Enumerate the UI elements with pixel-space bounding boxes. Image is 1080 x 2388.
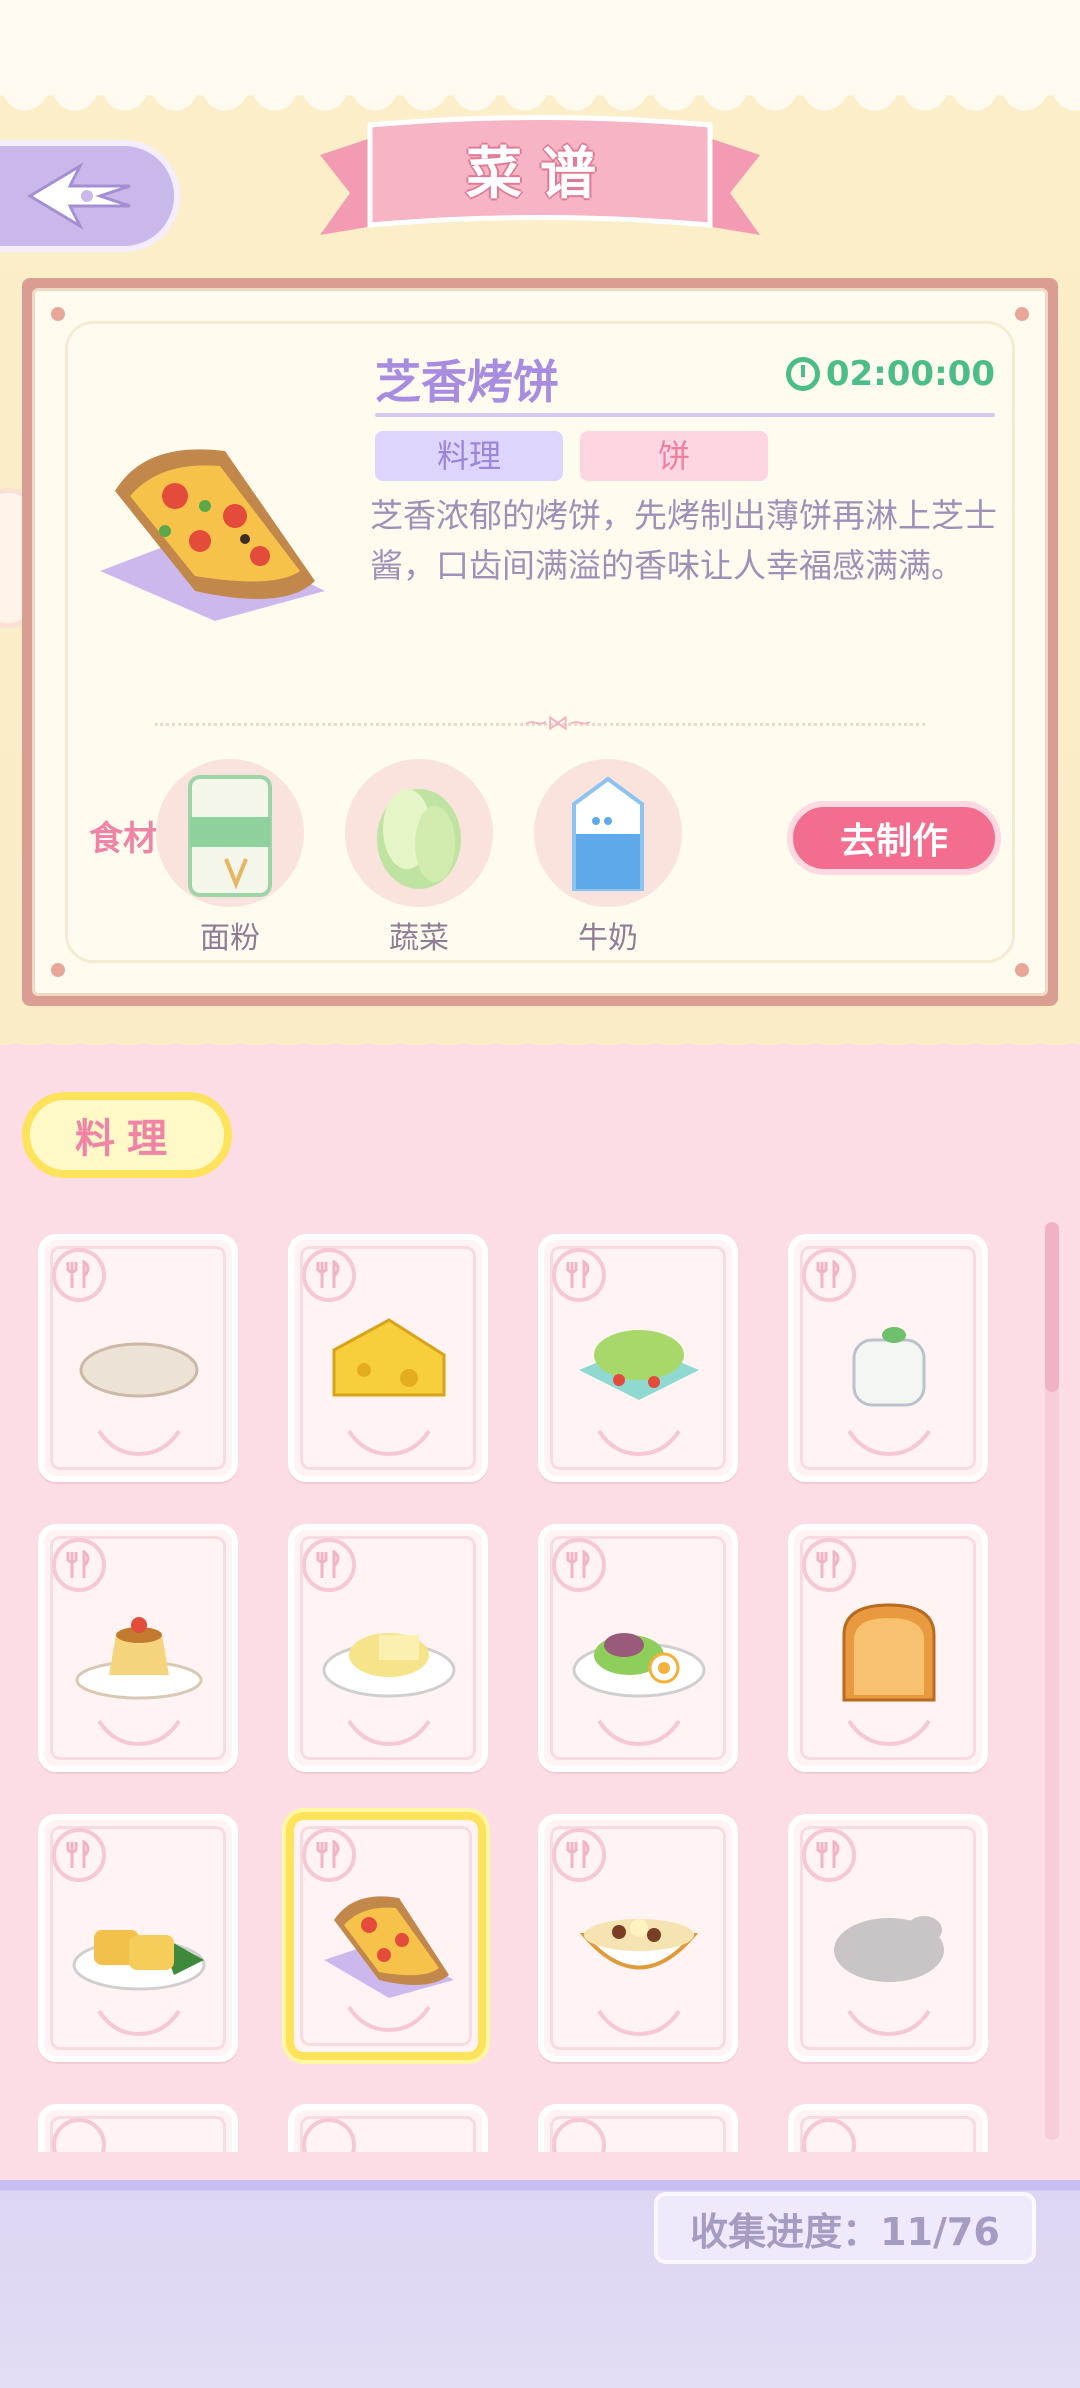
cabbage-icon [377,789,461,889]
recipe-card[interactable] [38,1524,238,1772]
utensils-icon [52,1828,106,1882]
recipe-grid [0,1222,1040,2152]
collection-progress: 收集进度：11/76 [654,2192,1036,2264]
back-arrow-icon [27,162,131,230]
recipe-card[interactable] [38,2104,238,2152]
recipe-card[interactable] [288,1234,488,1482]
corner-dot [1015,963,1029,977]
cook-timer: 02:00:00 [785,354,995,394]
scallop-border-pink [0,1030,1080,1060]
recipe-card[interactable] [788,2104,988,2152]
recipe-card[interactable] [788,1524,988,1772]
utensils-icon [302,1538,356,1592]
ingredient-item[interactable]: 面粉 [155,759,305,957]
recipe-card-locked[interactable] [788,1814,988,2062]
corner-dot [1015,307,1029,321]
corner-dot [51,307,65,321]
back-button[interactable] [0,140,180,252]
flatbread-icon [79,1342,199,1398]
cheese-icon [332,1318,446,1397]
timer-value: 02:00:00 [825,354,995,394]
utensils-icon [802,1538,856,1592]
recipe-description: 芝香浓郁的烤饼，先烤制出薄饼再淋上芝士酱，口齿间满溢的香味让人幸福感满满。 [370,496,997,585]
recipe-card[interactable] [538,1524,738,1772]
ingredient-name: 牛奶 [578,921,638,956]
ingredient-name: 面粉 [200,921,260,956]
recipe-card[interactable] [538,1234,738,1482]
recipe-card-selected[interactable] [286,1812,486,2060]
cheese-plate-icon [322,1633,456,1698]
corner-dot [51,963,65,977]
utensils-icon [802,1248,856,1302]
ingredients-label: 食材 [89,819,157,859]
recipe-card[interactable] [288,1524,488,1772]
egg-roll-icon [72,1930,206,1991]
utensils-icon [552,1248,606,1302]
utensils-icon [302,1248,356,1302]
ingredient-name: 蔬菜 [389,921,449,956]
ingredient-item[interactable]: 牛奶 [533,759,683,957]
utensils-icon [552,1828,606,1882]
tag-type: 饼 [580,431,768,481]
utensils-icon [302,1828,356,1882]
bread-loaf-icon [842,1603,936,1702]
pizza-icon [100,449,325,621]
recipe-card[interactable] [538,2104,738,2152]
ingredient-item[interactable]: 蔬菜 [344,759,494,957]
recipe-name: 芝香烤饼 [375,355,559,409]
bow-icon: ⁓⋈⁓ [525,711,591,736]
utensils-icon [52,1248,106,1302]
utensils-icon [802,1828,856,1882]
milk-icon [572,776,644,891]
clock-icon [785,357,820,391]
tag-category: 料理 [375,431,563,481]
category-tab-cooking[interactable]: 料理 [22,1092,232,1178]
flour-icon [188,775,272,897]
pizza-icon [324,1896,454,1998]
recipe-detail-card: 芝香烤饼 02:00:00 料理 饼 芝香浓郁的烤饼，先烤制出薄饼再淋上芝士酱，… [22,278,1058,1006]
utensils-icon [52,1538,106,1592]
scrollbar-thumb[interactable] [1045,1222,1059,1392]
scrollbar[interactable] [1045,1222,1059,2140]
pudding-icon [75,1617,203,1700]
recipe-card[interactable] [538,1814,738,2062]
page-title: 菜谱 [466,142,614,207]
veggie-plate-icon [572,1633,706,1698]
recipe-card[interactable] [38,1814,238,2062]
yogurt-icon [852,1327,926,1407]
salad-icon [579,1330,699,1400]
soup-bowl-icon [579,1919,699,1970]
recipe-card[interactable] [288,2104,488,2152]
locked-silhouette-icon [834,1916,944,1982]
make-button[interactable]: 去制作 [787,801,1001,875]
title-underline [375,413,995,417]
header-banner: 菜谱 [310,115,770,245]
recipe-card[interactable] [788,1234,988,1482]
utensils-icon [552,1538,606,1592]
recipe-card[interactable] [38,1234,238,1482]
